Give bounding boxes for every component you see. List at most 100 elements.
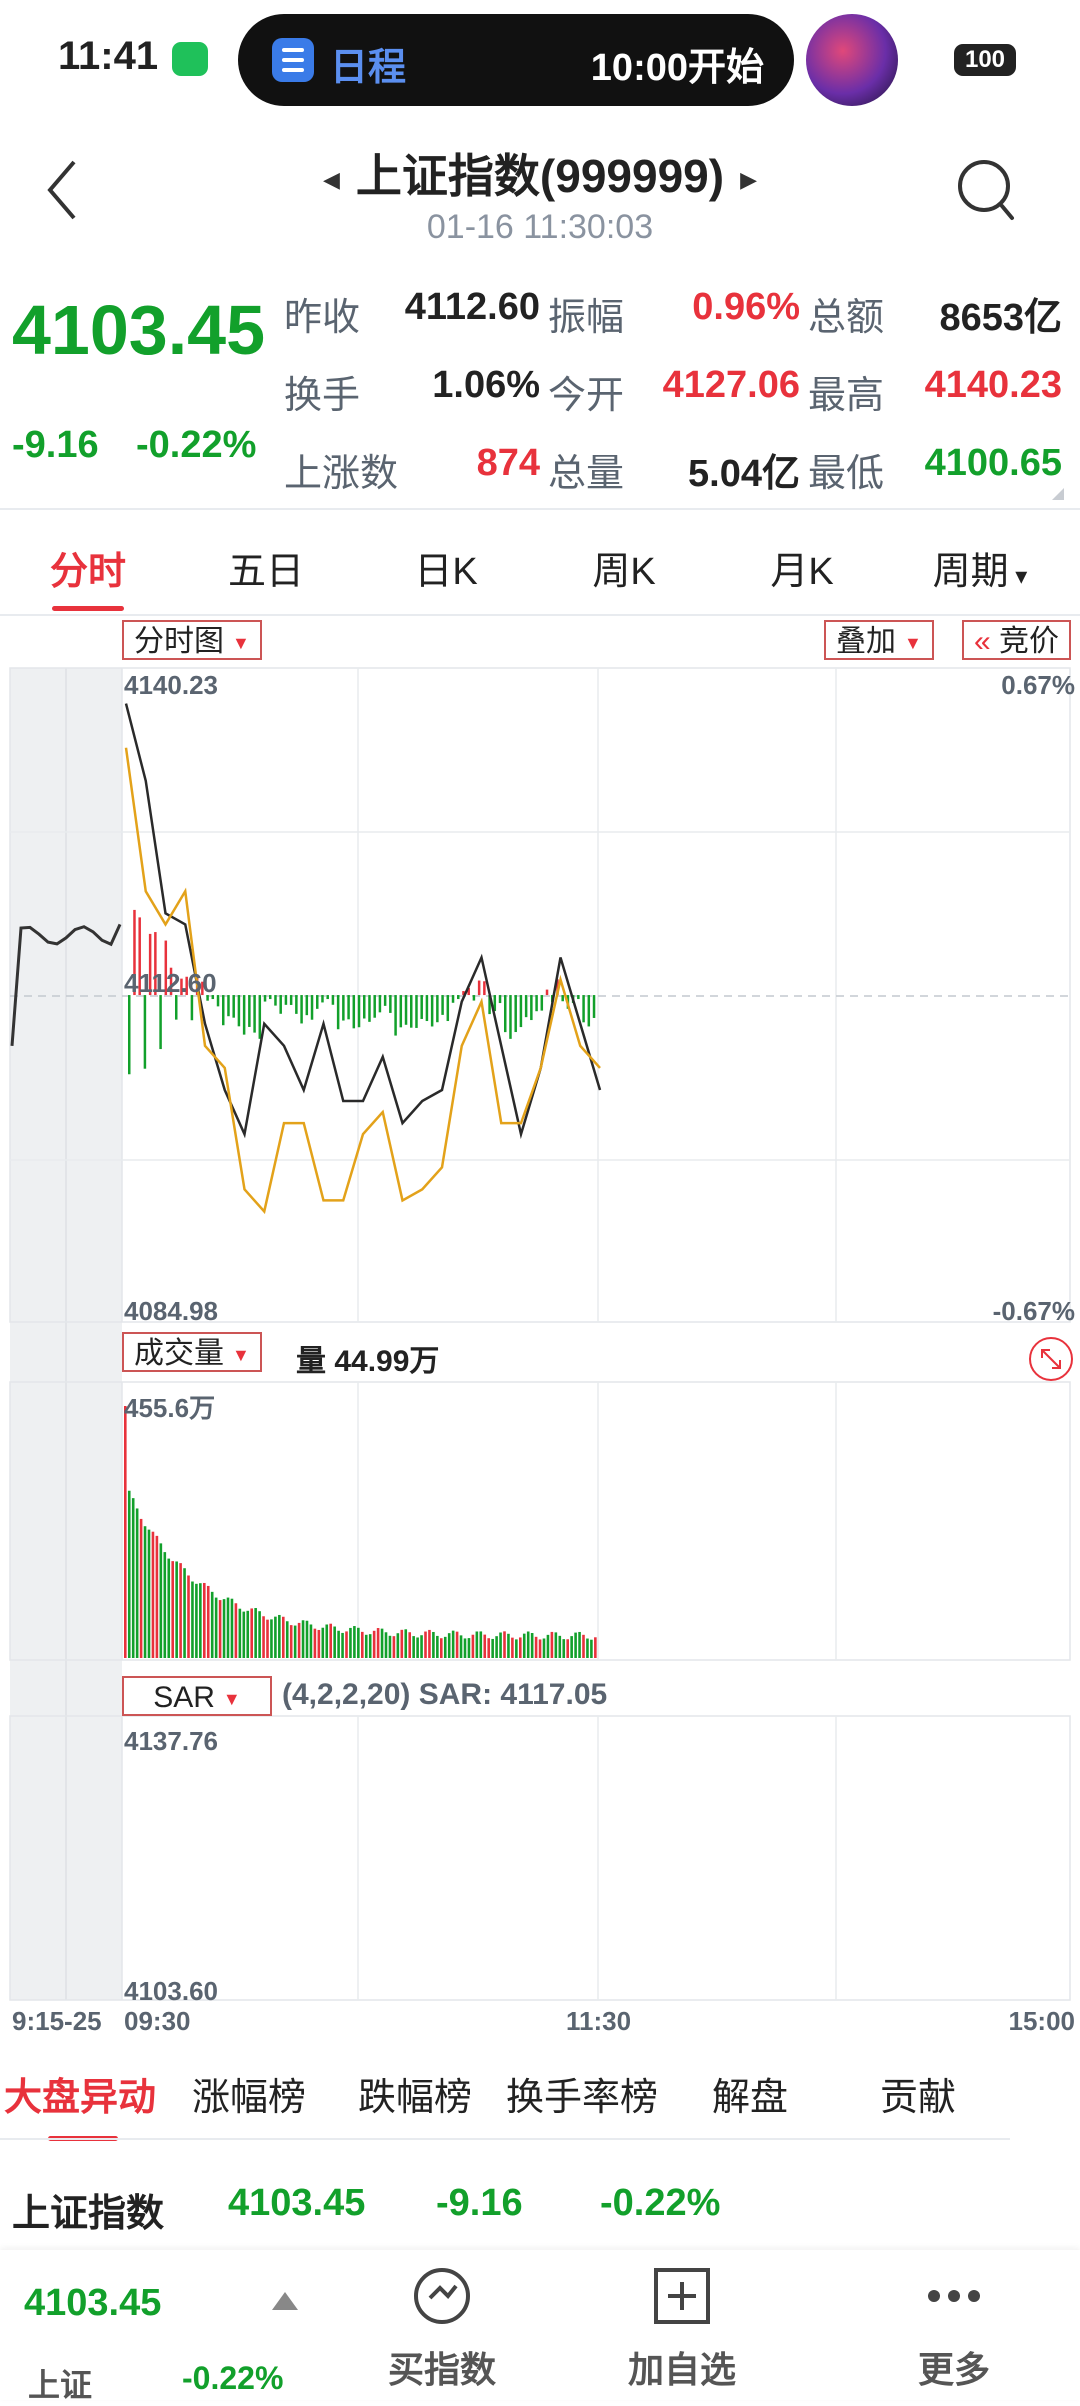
buy-index-label: 买指数 (387, 2349, 496, 2390)
period-tab[interactable]: 周K (544, 540, 704, 595)
overlay-dropdown[interactable]: 叠加 ▼ (824, 620, 934, 660)
sar-params: (4,2,2,20) SAR: 4117.05 (282, 1678, 608, 1711)
stock-title: 上证指数(999999) (355, 150, 725, 202)
quote-label: 最低 (808, 453, 885, 495)
flow-bar (389, 995, 392, 1013)
volume-bar (368, 1634, 372, 1658)
volume-bar (420, 1635, 423, 1658)
bottom-tab[interactable]: 贡献 (880, 2066, 956, 2121)
volume-bar (313, 1628, 317, 1658)
flow-bar (504, 995, 507, 1033)
chart-prev-close: 4112.60 (124, 968, 217, 998)
buy-index-button[interactable]: 买指数 (362, 2264, 522, 2393)
quote-label: 昨收 (284, 297, 361, 339)
flow-bar (331, 995, 335, 1005)
price-series-line (124, 703, 602, 1140)
volume-bar (183, 1568, 186, 1658)
flow-bar (383, 995, 387, 1006)
volume-bar (558, 1635, 562, 1658)
period-tab[interactable]: 周期 ▾ (900, 540, 1060, 595)
volume-bar (550, 1631, 554, 1658)
search-icon[interactable] (952, 154, 1020, 226)
volume-bar (447, 1633, 451, 1658)
chart-max-price: 4140.23 (124, 670, 218, 700)
quote-value: 0.96% (692, 286, 800, 328)
fullscreen-icon[interactable] (1028, 1336, 1074, 1382)
volume-bar (594, 1637, 597, 1658)
volume-bar (530, 1633, 534, 1658)
bottom-tab[interactable]: 跌幅榜 (358, 2066, 472, 2121)
flow-bar (347, 995, 350, 1020)
bottom-tab[interactable]: 解盘 (712, 2066, 788, 2121)
flow-bar (399, 995, 403, 1028)
flow-bar (457, 995, 460, 1000)
flow-bar (472, 995, 476, 1001)
quote-value: 5.04亿 (688, 453, 800, 495)
volume-dropdown[interactable]: 成交量 ▼ (122, 1332, 262, 1372)
volume-bar (463, 1638, 467, 1658)
volume-bar (333, 1626, 336, 1658)
volume-bar (586, 1638, 589, 1658)
flow-bar (269, 995, 272, 1000)
volume-bar (325, 1624, 329, 1658)
avatar[interactable] (806, 14, 898, 106)
schedule-pill[interactable]: 日程 10:00开始 (238, 14, 794, 106)
volume-bar (139, 1518, 143, 1658)
bottom-tab[interactable]: 大盘异动 (4, 2066, 156, 2121)
volume-bar (538, 1639, 542, 1658)
indicator-dropdown[interactable]: SAR ▼ (122, 1676, 272, 1716)
flow-bar (300, 995, 303, 1024)
summary-price: 4103.45 (228, 2182, 366, 2224)
volume-label: 成交量 (134, 1337, 224, 1370)
bottom-tab[interactable]: 涨幅榜 (192, 2066, 306, 2121)
volume-bar (503, 1631, 506, 1658)
volume-bar (534, 1636, 538, 1658)
quote-label: 今开 (548, 375, 625, 417)
prev-stock-icon[interactable]: ◀ (307, 167, 356, 192)
flow-bar (258, 995, 262, 1039)
volume-bar (238, 1608, 242, 1658)
wechat-icon (172, 42, 208, 76)
add-watchlist-button[interactable]: 加自选 (602, 2264, 762, 2393)
flow-bar (509, 995, 512, 1039)
collapse-up-icon[interactable] (272, 2292, 298, 2310)
bottom-tab[interactable]: 换手率榜 (506, 2066, 658, 2121)
flow-bar (535, 995, 538, 1012)
period-tab-label: 月K (770, 551, 834, 593)
next-stock-icon[interactable]: ▶ (724, 167, 773, 192)
period-tab[interactable]: 五日 (186, 540, 346, 595)
volume-bar (455, 1631, 459, 1658)
dropdown-arrow-icon: ▾ (1008, 563, 1028, 590)
volume-bar (372, 1630, 376, 1658)
auction-button[interactable]: « 竞价 (962, 620, 1072, 660)
flow-bar (587, 995, 591, 1027)
more-button[interactable]: 更多 (874, 2264, 1034, 2393)
period-tab[interactable]: 月K (722, 540, 882, 595)
volume-bar (345, 1631, 348, 1658)
pill-time: 10:00开始 (590, 47, 764, 89)
period-tab[interactable]: 日K (366, 540, 526, 595)
flow-bar (222, 995, 225, 1026)
chart-max-pct: 0.67% (1001, 670, 1075, 700)
volume-bar (515, 1639, 518, 1658)
flow-bar (159, 995, 162, 1050)
quote-value: 4100.65 (924, 442, 1062, 484)
volume-bar (361, 1631, 364, 1658)
flow-bar (143, 995, 147, 1069)
period-tab[interactable]: 分时 (8, 540, 168, 595)
nav-name: 上证 (28, 2367, 93, 2403)
volume-bar (436, 1635, 439, 1658)
volume-bar (179, 1563, 182, 1658)
volume-value: 量 44.99万 (296, 1345, 440, 1378)
current-price: 4103.45 (12, 291, 266, 369)
chart-mode-dropdown[interactable]: 分时图 ▼ (122, 620, 262, 660)
timestamp: 01-16 11:30:03 (426, 208, 654, 246)
expand-corner-icon[interactable] (1052, 488, 1064, 500)
volume-bar (203, 1582, 206, 1658)
more-label: 更多 (917, 2349, 990, 2390)
flow-bar (248, 995, 251, 1027)
flow-bar (336, 995, 340, 1030)
volume-bar (522, 1633, 526, 1658)
volume-bar (574, 1632, 577, 1658)
quote-label: 总额 (808, 297, 885, 339)
